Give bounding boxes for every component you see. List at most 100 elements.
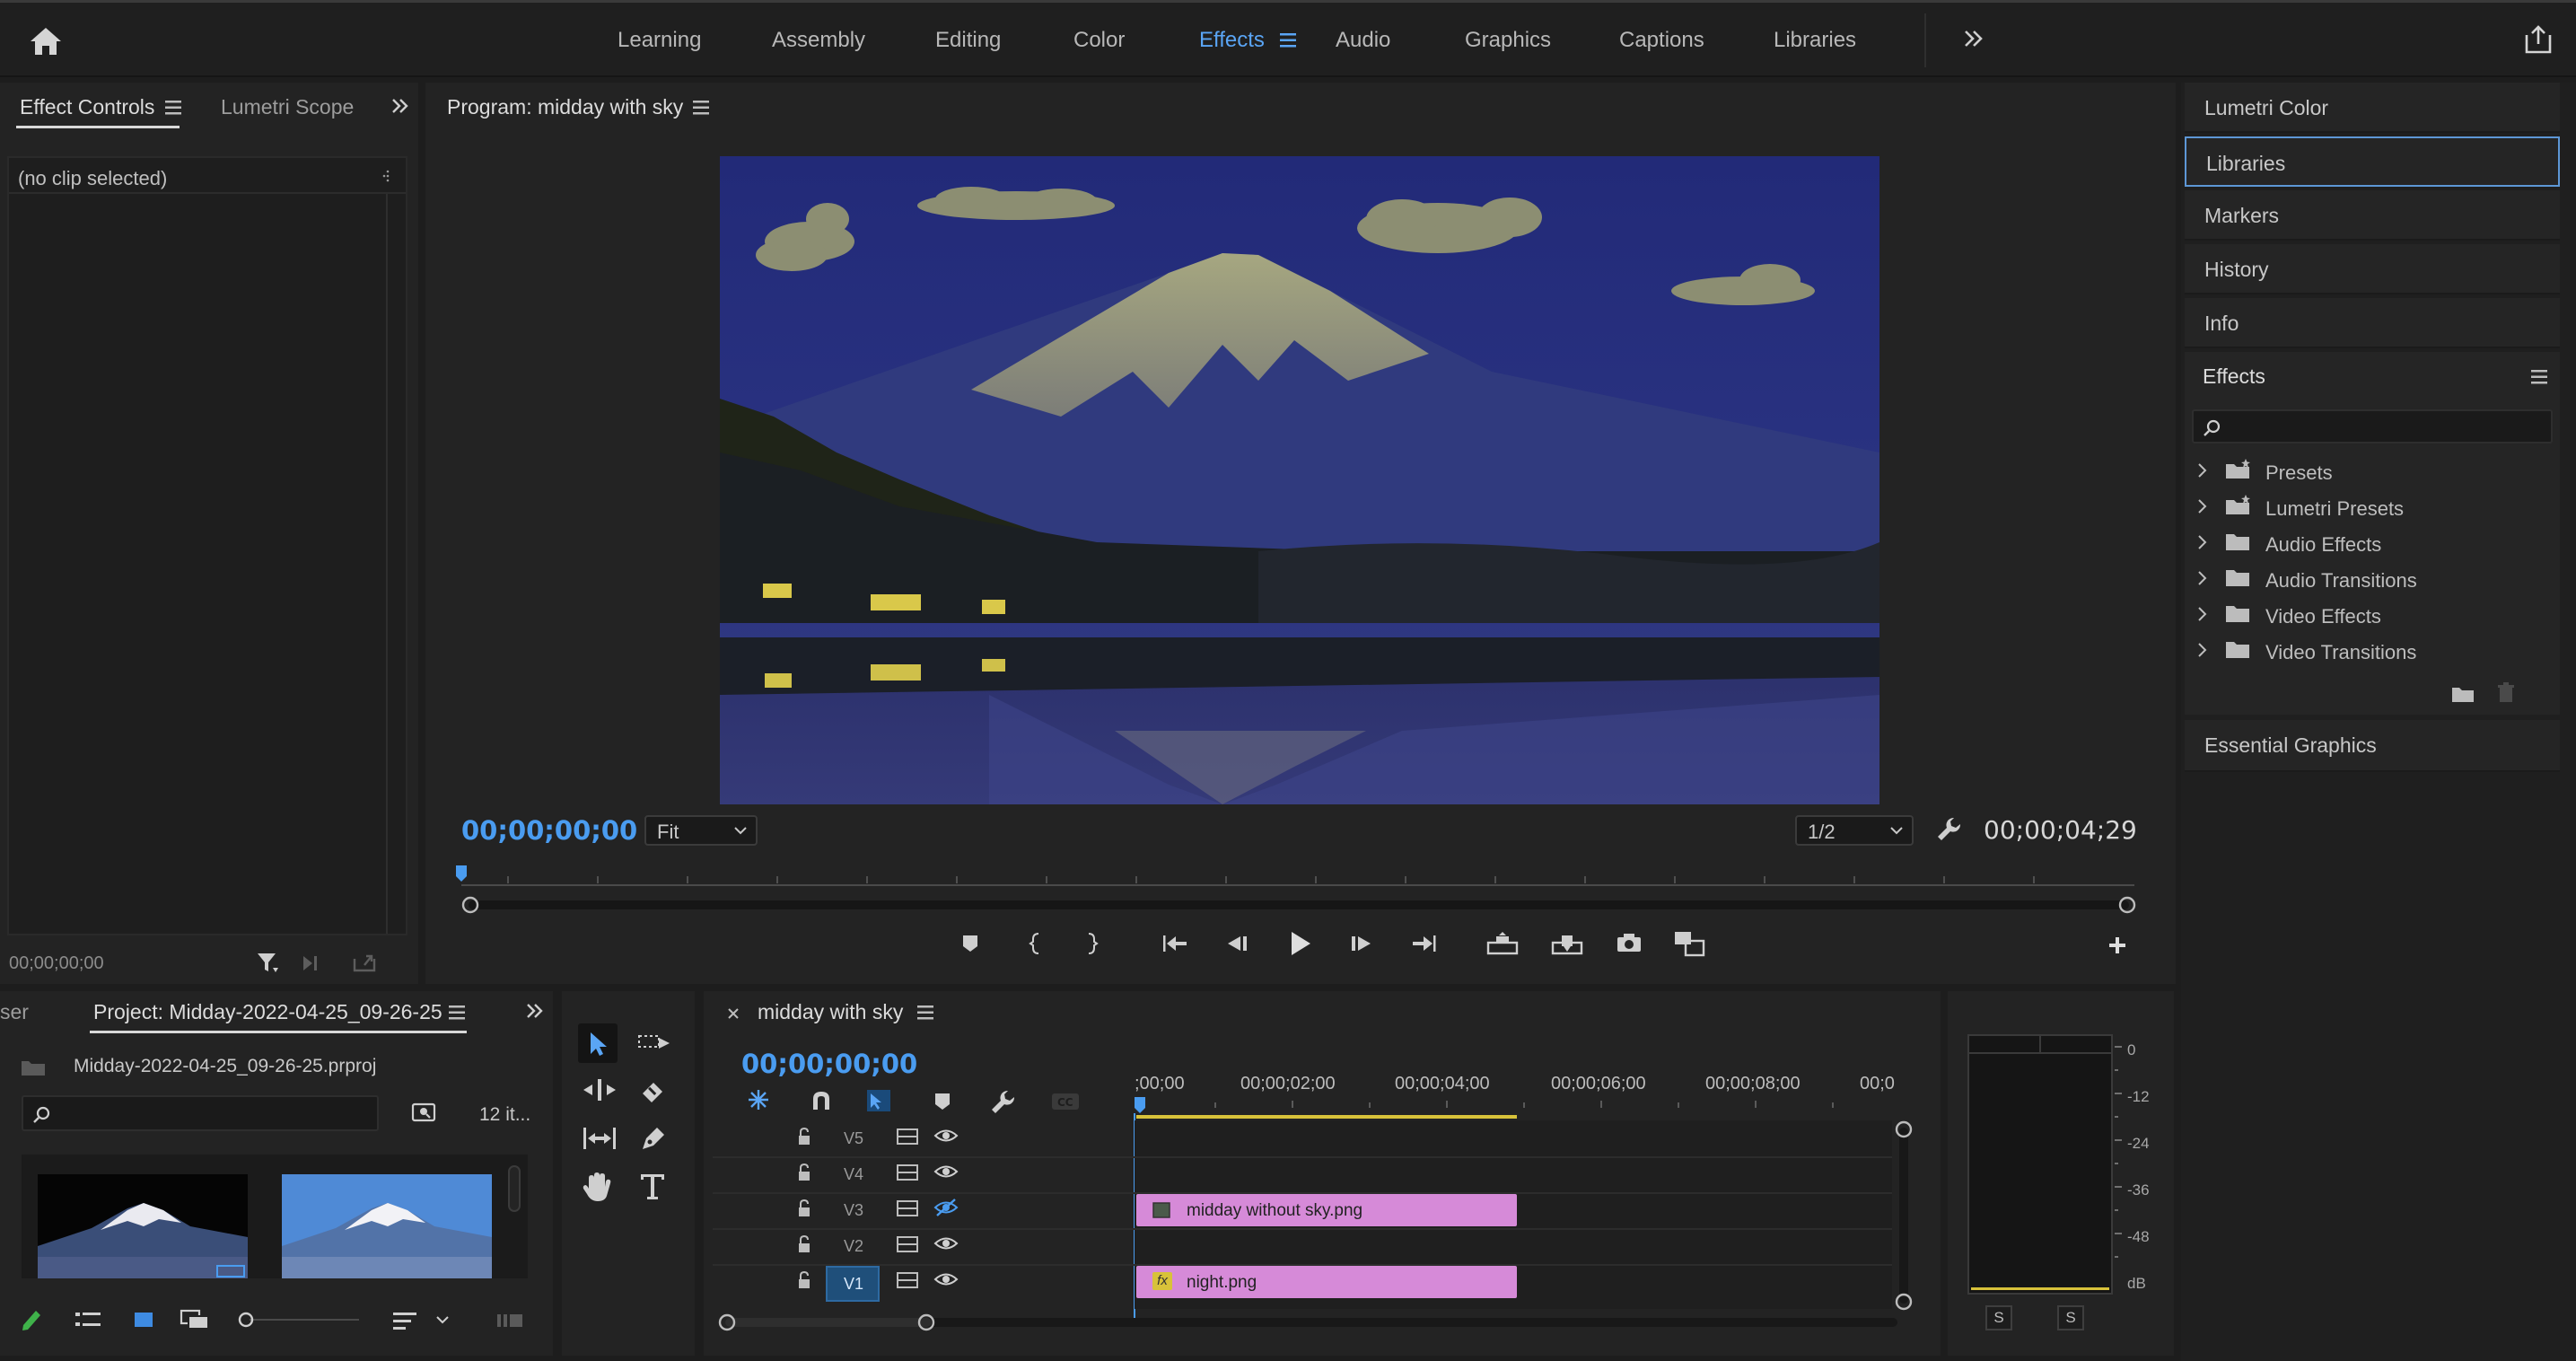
workspace-tab-effects[interactable]: Effects: [1199, 28, 1265, 53]
effects-tree-item[interactable]: Video Transitions: [2190, 633, 2547, 669]
tab-sequence[interactable]: midday with sky: [758, 1000, 903, 1024]
comparison-view-icon[interactable]: [1673, 930, 1705, 957]
workspace-tab-assembly[interactable]: Assembly: [772, 28, 865, 53]
solo-left-button[interactable]: S: [1985, 1305, 2012, 1330]
add-marker-icon[interactable]: [960, 934, 980, 953]
scroll-track[interactable]: [461, 896, 2136, 914]
trash-icon[interactable]: [2497, 682, 2515, 704]
workspace-tab-editing[interactable]: Editing: [935, 28, 1001, 53]
panel-markers[interactable]: Markers: [2185, 190, 2560, 241]
icon-view-icon[interactable]: [133, 1311, 154, 1329]
tab-project[interactable]: Project: Midday-2022-04-25_09-26-25: [93, 1000, 442, 1024]
more-workspaces-icon[interactable]: [1964, 30, 1984, 48]
sync-lock-icon[interactable]: [896, 1128, 919, 1146]
thumbnail-night[interactable]: [38, 1174, 248, 1278]
chevron-down-icon[interactable]: [436, 1316, 449, 1324]
ruler-ticks[interactable]: [1135, 1095, 1897, 1122]
sort-icon[interactable]: [393, 1311, 418, 1330]
snap-icon[interactable]: [810, 1090, 833, 1111]
effects-menu-icon[interactable]: [2531, 370, 2547, 384]
add-button-icon[interactable]: [2107, 935, 2127, 955]
effects-tree-item[interactable]: Lumetri Presets: [2190, 489, 2547, 525]
eye-icon[interactable]: [933, 1163, 959, 1180]
workspace-tab-libraries[interactable]: Libraries: [1774, 28, 1856, 53]
razor-tool-icon[interactable]: [639, 1077, 668, 1104]
track-label[interactable]: V3: [844, 1201, 863, 1220]
sync-lock-icon[interactable]: [896, 1199, 919, 1217]
add-marker-icon[interactable]: [933, 1092, 951, 1111]
sync-lock-icon[interactable]: [896, 1235, 919, 1253]
pen-tool-icon[interactable]: [639, 1124, 668, 1153]
list-view-icon[interactable]: [75, 1311, 102, 1329]
step-back-icon[interactable]: [1226, 934, 1249, 953]
eye-icon[interactable]: [933, 1271, 959, 1287]
captions-icon[interactable]: CC: [1050, 1092, 1081, 1111]
solo-right-button[interactable]: S: [2057, 1305, 2084, 1330]
project-search-input[interactable]: [22, 1095, 379, 1131]
workspace-menu-icon[interactable]: [1280, 33, 1296, 48]
tab-lumetri-scope[interactable]: Lumetri Scope: [221, 95, 354, 119]
ripple-edit-tool-icon[interactable]: [582, 1077, 618, 1102]
timeline-timecode[interactable]: 00;00;00;00: [741, 1049, 917, 1079]
eye-hidden-icon[interactable]: [933, 1198, 959, 1217]
play-only-audio-icon[interactable]: [302, 953, 327, 973]
mark-out-icon[interactable]: [1086, 932, 1099, 955]
slip-tool-icon[interactable]: [582, 1126, 618, 1151]
program-title[interactable]: Program: midday with sky: [447, 95, 683, 119]
type-tool-icon[interactable]: [639, 1172, 666, 1201]
track-label[interactable]: V4: [844, 1165, 863, 1184]
effects-tree-item[interactable]: Audio Effects: [2190, 525, 2547, 561]
effect-controls-timecode[interactable]: 00;00;00;00: [9, 953, 104, 974]
sync-lock-icon[interactable]: [896, 1163, 919, 1181]
home-icon[interactable]: [29, 26, 63, 57]
find-icon[interactable]: [411, 1102, 438, 1124]
eye-icon[interactable]: [933, 1128, 959, 1144]
play-icon[interactable]: [1289, 930, 1312, 957]
new-bin-icon[interactable]: [2450, 684, 2475, 704]
zoom-fit-dropdown[interactable]: Fit: [644, 815, 758, 846]
timeline-settings-icon[interactable]: [989, 1088, 1016, 1115]
sequence-menu-icon[interactable]: [917, 1005, 933, 1020]
program-video-frame[interactable]: [720, 156, 1879, 804]
workspace-tab-audio[interactable]: Audio: [1336, 28, 1390, 53]
effects-search-input[interactable]: [2192, 409, 2553, 443]
project-menu-icon[interactable]: [449, 1005, 465, 1020]
lock-icon[interactable]: [797, 1163, 811, 1181]
panel-menu-icon[interactable]: [165, 101, 181, 115]
lock-icon[interactable]: [797, 1271, 811, 1289]
eye-icon[interactable]: [933, 1235, 959, 1251]
go-to-out-icon[interactable]: [1411, 934, 1438, 953]
hand-tool-icon[interactable]: [582, 1171, 614, 1203]
freeform-view-icon[interactable]: [180, 1309, 214, 1332]
extract-icon[interactable]: [1551, 932, 1583, 955]
zoom-slider[interactable]: [237, 1311, 363, 1329]
resolution-dropdown[interactable]: 1/2: [1795, 815, 1914, 846]
pencil-icon[interactable]: [20, 1307, 43, 1330]
sync-lock-icon[interactable]: [896, 1271, 919, 1289]
track-label[interactable]: V2: [844, 1237, 863, 1256]
active-track-target[interactable]: V1: [826, 1266, 880, 1302]
track-select-tool-icon[interactable]: [637, 1031, 671, 1056]
bin-scrollbar[interactable]: [508, 1165, 521, 1212]
drag-handle-icon[interactable]: [382, 169, 391, 183]
selection-tool-icon[interactable]: [578, 1023, 618, 1063]
more-tabs-icon[interactable]: [391, 97, 409, 115]
clip[interactable]: fx night.png: [1136, 1266, 1517, 1298]
panel-lumetri-color[interactable]: Lumetri Color: [2185, 83, 2560, 133]
automate-sequence-icon[interactable]: [495, 1311, 524, 1329]
thumbnail-midday[interactable]: [282, 1174, 492, 1278]
step-forward-icon[interactable]: [1350, 934, 1373, 953]
tab-media-browser-partial[interactable]: ser: [0, 1000, 29, 1024]
panel-libraries[interactable]: Libraries: [2185, 136, 2560, 187]
nest-toggle-icon[interactable]: [747, 1088, 770, 1111]
lock-icon[interactable]: [797, 1128, 811, 1146]
filter-icon[interactable]: [255, 950, 280, 975]
panel-essential-graphics[interactable]: Essential Graphics: [2185, 720, 2560, 772]
lock-icon[interactable]: [797, 1199, 811, 1217]
tab-effect-controls[interactable]: Effect Controls: [20, 95, 154, 119]
more-tabs-icon[interactable]: [526, 1002, 544, 1020]
go-to-in-icon[interactable]: [1161, 934, 1188, 953]
clip[interactable]: midday without sky.png: [1136, 1194, 1517, 1226]
workspace-tab-captions[interactable]: Captions: [1619, 28, 1704, 53]
linked-selection-icon[interactable]: [865, 1088, 892, 1113]
